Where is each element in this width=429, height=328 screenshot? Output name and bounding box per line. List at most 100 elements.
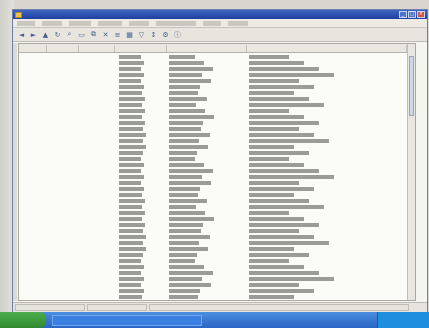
table-cell bbox=[119, 283, 141, 287]
copy-icon[interactable]: ⧉ bbox=[89, 30, 98, 39]
table-cell bbox=[249, 157, 289, 161]
table-cell bbox=[119, 97, 145, 101]
table-cell bbox=[169, 61, 204, 65]
table-cell bbox=[249, 259, 289, 263]
table-cell bbox=[119, 103, 142, 107]
maximize-button[interactable]: □ bbox=[408, 11, 416, 18]
table-cell bbox=[169, 127, 201, 131]
table-cell bbox=[119, 265, 144, 269]
table-cell bbox=[249, 127, 299, 131]
list-rows bbox=[19, 54, 415, 301]
menu-item-4[interactable] bbox=[129, 20, 149, 26]
column-header-5[interactable] bbox=[247, 45, 407, 52]
table-cell bbox=[169, 55, 195, 59]
table-cell bbox=[119, 229, 143, 233]
table-cell bbox=[119, 193, 142, 197]
table-cell bbox=[169, 91, 198, 95]
menu-item-1[interactable] bbox=[42, 20, 62, 26]
table-cell bbox=[119, 79, 141, 83]
table-cell bbox=[169, 175, 202, 179]
table-cell bbox=[119, 235, 146, 239]
menu-item-7[interactable] bbox=[228, 20, 248, 26]
table-cell bbox=[169, 289, 200, 293]
table-cell bbox=[169, 211, 205, 215]
table-cell bbox=[249, 271, 319, 275]
table-cell bbox=[249, 289, 314, 293]
filter-icon[interactable]: ▽ bbox=[137, 30, 146, 39]
start-button[interactable] bbox=[0, 312, 46, 328]
minimize-button[interactable]: _ bbox=[399, 11, 407, 18]
table-cell bbox=[119, 121, 145, 125]
table-cell bbox=[169, 253, 197, 257]
status-segment-0 bbox=[15, 304, 85, 311]
menu-item-5[interactable] bbox=[156, 20, 196, 26]
table-cell bbox=[249, 103, 324, 107]
table-cell bbox=[249, 67, 319, 71]
table-cell bbox=[249, 247, 294, 251]
table-cell bbox=[249, 283, 299, 287]
table-cell bbox=[169, 133, 210, 137]
search-icon[interactable]: ⌕ bbox=[65, 30, 74, 39]
folder-icon[interactable]: ▭ bbox=[77, 30, 86, 39]
table-cell bbox=[169, 229, 201, 233]
info-icon[interactable]: ⓘ bbox=[173, 30, 182, 39]
system-tray bbox=[377, 312, 429, 328]
menu-item-2[interactable] bbox=[69, 20, 91, 26]
column-header-1[interactable] bbox=[47, 45, 79, 52]
table-cell bbox=[169, 145, 208, 149]
table-cell bbox=[169, 271, 213, 275]
table-cell bbox=[119, 253, 143, 257]
app-window: _ □ × ◄ ► ▲ ↻ ⌕ ▭ ⧉ ✕ ≡ ▦ ▽ ↕ ⚙ ⓘ bbox=[12, 9, 428, 312]
table-cell bbox=[119, 151, 143, 155]
close-button[interactable]: × bbox=[417, 11, 425, 18]
status-segment-2 bbox=[149, 304, 409, 311]
table-cell bbox=[249, 85, 314, 89]
toolbar: ◄ ► ▲ ↻ ⌕ ▭ ⧉ ✕ ≡ ▦ ▽ ↕ ⚙ ⓘ bbox=[13, 28, 427, 42]
table-cell bbox=[119, 67, 141, 71]
table-cell bbox=[249, 73, 334, 77]
table-cell bbox=[249, 163, 304, 167]
table-cell bbox=[249, 121, 319, 125]
title-bar[interactable]: _ □ × bbox=[13, 10, 427, 19]
menu-item-0[interactable] bbox=[17, 20, 35, 26]
table-cell bbox=[119, 247, 146, 251]
settings-icon[interactable]: ⚙ bbox=[161, 30, 170, 39]
column-header-2[interactable] bbox=[79, 45, 115, 52]
menu-item-3[interactable] bbox=[98, 20, 122, 26]
list-header bbox=[19, 44, 415, 53]
menu-item-6[interactable] bbox=[203, 20, 221, 26]
table-cell bbox=[249, 253, 309, 257]
taskbar-app-button[interactable] bbox=[52, 314, 202, 326]
sort-icon[interactable]: ↕ bbox=[149, 30, 158, 39]
view-icon[interactable]: ▦ bbox=[125, 30, 134, 39]
taskbar bbox=[0, 312, 429, 328]
table-cell bbox=[169, 217, 214, 221]
table-cell bbox=[169, 163, 204, 167]
vertical-scrollbar[interactable] bbox=[407, 44, 415, 300]
table-cell bbox=[119, 211, 145, 215]
refresh-icon[interactable]: ↻ bbox=[53, 30, 62, 39]
table-row[interactable] bbox=[19, 300, 415, 301]
properties-icon[interactable]: ≡ bbox=[113, 30, 122, 39]
forward-icon[interactable]: ► bbox=[29, 30, 38, 39]
table-cell bbox=[169, 109, 205, 113]
back-icon[interactable]: ◄ bbox=[17, 30, 26, 39]
delete-icon[interactable]: ✕ bbox=[101, 30, 110, 39]
table-cell bbox=[169, 103, 196, 107]
up-icon[interactable]: ▲ bbox=[41, 30, 50, 39]
column-header-4[interactable] bbox=[167, 45, 247, 52]
table-cell bbox=[119, 61, 144, 65]
scroll-thumb[interactable] bbox=[409, 56, 414, 116]
table-cell bbox=[169, 295, 198, 299]
table-cell bbox=[119, 109, 145, 113]
table-cell bbox=[249, 265, 304, 269]
column-header-3[interactable] bbox=[115, 45, 167, 52]
app-icon bbox=[15, 11, 22, 18]
table-cell bbox=[119, 139, 143, 143]
table-cell bbox=[169, 187, 200, 191]
file-list[interactable] bbox=[18, 43, 416, 301]
column-header-0[interactable] bbox=[19, 45, 47, 52]
table-cell bbox=[169, 241, 199, 245]
table-cell bbox=[119, 205, 142, 209]
table-cell bbox=[119, 91, 142, 95]
